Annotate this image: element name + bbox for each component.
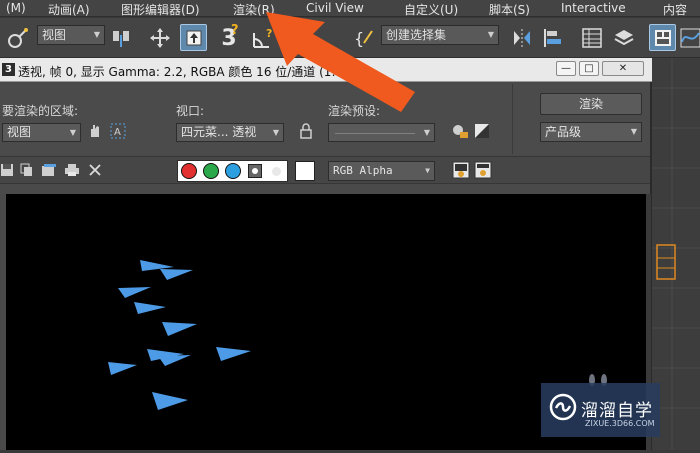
clear-icon[interactable] — [85, 159, 105, 181]
mirror-icon[interactable] — [510, 26, 534, 50]
watermark-subtitle: ZIXUE.3D66.COM — [585, 419, 655, 428]
menu-item-interactive[interactable]: Interactive — [561, 1, 626, 15]
main-toolbar: 视图 ▼ 3 ? ? { 创建选择集 ▼ — [0, 18, 700, 58]
render-options-panel: 要渲染的区域: 视图 ▼ A 视口: 四元菜... 透视 ▼ 渲染预设: ▼ 渲… — [0, 84, 650, 154]
menu-item-rendering[interactable]: 渲染(R) — [233, 1, 275, 18]
auto-region-icon[interactable]: A — [108, 121, 128, 141]
selection-set-dropdown[interactable]: 创建选择集 ▼ — [381, 25, 499, 45]
edit-region-icon[interactable] — [85, 121, 105, 141]
scene-explorer-icon[interactable] — [580, 26, 604, 50]
maximize-button[interactable]: □ — [579, 61, 599, 76]
rendered-shape — [118, 287, 151, 298]
toggle-ribbon-icon[interactable] — [649, 24, 676, 51]
lock-icon[interactable] — [296, 121, 316, 141]
green-channel-toggle[interactable] — [203, 163, 219, 179]
coordinate-system-dropdown[interactable]: 视图 ▼ — [37, 25, 105, 45]
viewport-dropdown[interactable]: 四元菜... 透视 ▼ — [176, 123, 284, 142]
clone-frame-icon[interactable] — [39, 159, 59, 181]
rendered-shape — [152, 392, 188, 410]
window-title: 透视, 帧 0, 显示 Gamma: 2.2, RGBA 颜色 16 位/通道 … — [18, 65, 348, 79]
display-channel-dropdown[interactable]: RGB Alpha ▼ — [328, 161, 435, 181]
move-icon[interactable] — [148, 26, 172, 50]
svg-text:{: { — [354, 29, 364, 48]
menu-item-customize[interactable]: 自定义(U) — [404, 1, 458, 18]
menu-item-content[interactable]: 内容 — [663, 1, 687, 18]
edit-selection-set-icon[interactable]: { — [352, 26, 376, 50]
area-to-render-dropdown[interactable]: 视图 ▼ — [2, 123, 81, 142]
render-preset-dropdown[interactable]: ▼ — [328, 123, 435, 142]
menu-item-scripting[interactable]: 脚本(S) — [489, 1, 530, 18]
alpha-channel-toggle[interactable] — [248, 164, 262, 178]
red-channel-toggle[interactable] — [181, 163, 197, 179]
render-button[interactable]: 渲染 — [540, 93, 642, 115]
render-preset-label: 渲染预设: — [328, 104, 381, 118]
area-to-render-label: 要渲染的区域: — [2, 104, 79, 118]
rendered-shape — [216, 347, 251, 361]
link-icon[interactable] — [6, 26, 30, 50]
angle-snap-icon[interactable]: ? — [250, 26, 276, 50]
copy-image-icon[interactable] — [18, 159, 36, 181]
rendered-shape — [134, 302, 166, 314]
layer-explorer-icon[interactable] — [612, 26, 636, 50]
panel-divider — [512, 84, 513, 154]
pivot-center-icon[interactable] — [110, 26, 134, 50]
rendered-shape — [158, 355, 191, 366]
print-icon[interactable] — [62, 159, 82, 181]
menu-item-civil-view[interactable]: Civil View — [306, 1, 364, 15]
align-icon[interactable] — [541, 26, 565, 50]
menu-bar: (M) 动画(A) 图形编辑器(D) 渲染(R) Civil View 自定义(… — [0, 0, 700, 17]
blue-channel-toggle[interactable] — [225, 163, 241, 179]
menu-item-animation[interactable]: 动画(A) — [48, 1, 90, 18]
toggle-ui-icon[interactable] — [472, 159, 494, 181]
window-titlebar: 3 透视, 帧 0, 显示 Gamma: 2.2, RGBA 颜色 16 位/通… — [0, 58, 652, 82]
watermark: 溜溜自学 ZIXUE.3D66.COM — [541, 383, 660, 437]
curve-editor-icon[interactable] — [680, 26, 700, 50]
frame-toolbar: RGB Alpha ▼ — [0, 156, 650, 184]
environment-effects-icon[interactable] — [472, 121, 492, 141]
viewport-label: 视口: — [176, 104, 205, 118]
rendered-shape — [162, 322, 197, 336]
render-quality-dropdown[interactable]: 产品级 ▼ — [540, 122, 642, 142]
rendered-shape — [160, 269, 193, 280]
svg-text:?: ? — [266, 27, 272, 40]
toggle-ui-overlay-icon[interactable] — [450, 159, 472, 181]
svg-text:A: A — [114, 127, 121, 138]
select-manipulate-icon[interactable] — [180, 24, 207, 51]
watermark-title: 溜溜自学 — [581, 401, 653, 421]
watermark-logo-icon — [549, 393, 577, 421]
snap-3d-icon[interactable]: 3 ? — [216, 23, 242, 51]
save-image-icon[interactable] — [0, 159, 16, 181]
minimize-button[interactable]: — — [556, 61, 576, 76]
monochrome-toggle[interactable] — [272, 167, 281, 176]
close-button[interactable]: ✕ — [602, 61, 644, 76]
background-color-swatch[interactable] — [295, 161, 315, 181]
app-icon: 3 — [2, 63, 15, 76]
rendered-shape — [108, 362, 137, 375]
render-setup-icon[interactable] — [450, 121, 470, 141]
menu-item-graph-editor[interactable]: 图形编辑器(D) — [121, 1, 200, 18]
menu-item-m[interactable]: (M) — [6, 1, 26, 15]
